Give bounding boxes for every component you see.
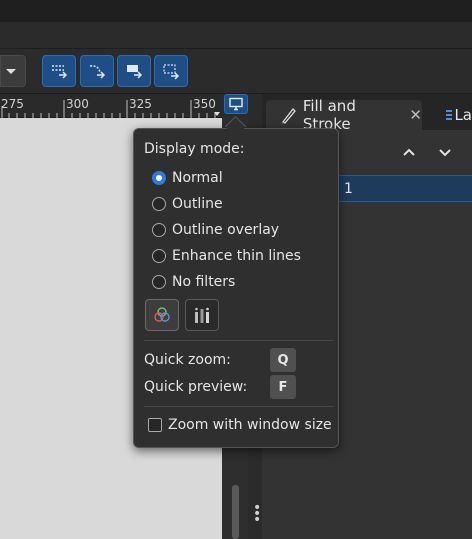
ruler-tick-label: 300 [66, 97, 89, 111]
tab-label: La [454, 106, 472, 124]
quick-preview-label: Quick preview: [144, 379, 248, 395]
divider [144, 406, 334, 407]
vertical-scrollbar-thumb[interactable] [232, 485, 239, 539]
chevron-up-icon[interactable] [401, 144, 417, 164]
radio-label: Outline [172, 196, 223, 212]
monitor-icon [229, 97, 243, 111]
divider [144, 340, 334, 341]
radio-indicator [152, 249, 166, 263]
zoom-with-window-label[interactable]: Zoom with window size [168, 417, 332, 433]
grayscale-mode-button[interactable] [185, 299, 219, 331]
list-item[interactable]: 1 [338, 175, 472, 202]
radio-indicator [152, 171, 166, 185]
zoom-with-window-checkbox[interactable] [148, 418, 162, 432]
pen-brush-icon [282, 108, 296, 124]
list-item-label: 1 [344, 180, 353, 197]
toolbar-dropdown[interactable] [0, 55, 26, 87]
quick-zoom-label: Quick zoom: [144, 352, 231, 368]
color-circles-icon [154, 307, 170, 322]
ruler-tick-label: 275 [1, 97, 24, 111]
curve-arrow-icon [89, 65, 106, 79]
radio-indicator [152, 223, 166, 237]
chevron-down-icon [6, 69, 16, 74]
radio-enhance-thin-lines[interactable]: Enhance thin lines [152, 246, 301, 266]
box-arrow-icon [127, 65, 143, 79]
grayscale-bars-icon [195, 307, 209, 323]
radio-outline-overlay[interactable]: Outline overlay [152, 220, 279, 240]
tab-layers[interactable]: La [432, 100, 472, 130]
ruler-tick-label: 350 [193, 97, 216, 111]
radio-indicator [152, 275, 166, 289]
radio-label: Enhance thin lines [172, 248, 301, 264]
title-bar [0, 0, 472, 22]
quick-preview-key: F [270, 375, 296, 399]
snap-button-2[interactable] [80, 55, 114, 87]
radio-no-filters[interactable]: No filters [152, 272, 235, 292]
ruler-ticks [1, 100, 220, 118]
color-mode-button[interactable] [145, 299, 179, 331]
display-mode-button[interactable] [224, 94, 248, 114]
horizontal-ruler [0, 94, 222, 118]
align-right-arrow-icon [52, 65, 68, 79]
radio-label: Normal [172, 170, 223, 186]
chevron-down-icon[interactable] [437, 144, 453, 164]
radio-indicator [152, 197, 166, 211]
close-icon[interactable]: ✕ [409, 106, 422, 124]
more-options-icon[interactable]: • • • [253, 501, 261, 527]
snap-button-1[interactable] [42, 55, 76, 87]
quick-zoom-key: Q [270, 348, 296, 372]
radio-label: Outline overlay [172, 222, 280, 238]
text-arrow-icon [163, 64, 180, 80]
radio-label: No filters [172, 274, 236, 290]
radio-normal[interactable]: Normal [152, 168, 223, 188]
ruler-tick-label: 325 [129, 97, 152, 111]
layers-icon [446, 110, 453, 120]
snap-button-3[interactable] [117, 55, 151, 87]
tab-fill-and-stroke[interactable]: Fill and Stroke ✕ [266, 97, 422, 133]
snap-button-4[interactable] [154, 55, 188, 87]
popover-title: Display mode: [144, 141, 245, 157]
radio-outline[interactable]: Outline [152, 194, 223, 214]
